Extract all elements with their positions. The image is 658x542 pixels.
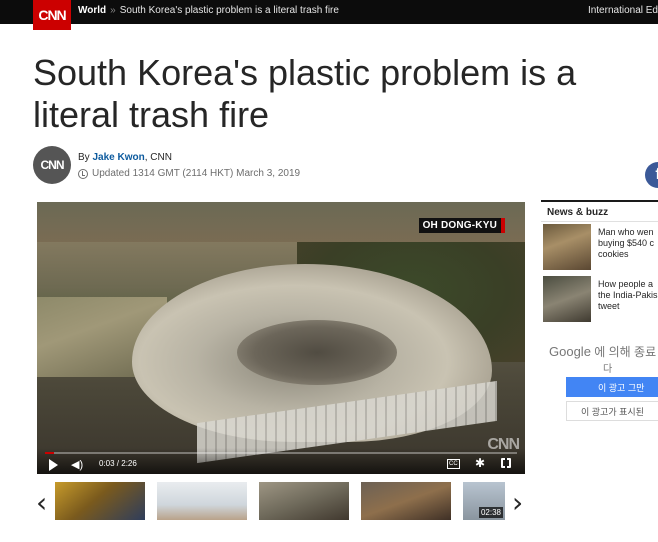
thumbnail-duration: 02:38 [478,507,503,518]
google-logo: Google [549,344,591,359]
video-progress-bar[interactable] [45,452,517,454]
author-link[interactable]: Jake Kwon [92,152,144,163]
volume-icon[interactable]: ◀) [71,459,83,471]
video-credit-tag: OH DONG-KYU [418,218,506,233]
video-frame-crater [237,320,397,385]
video-player[interactable]: OH DONG-KYU CNN ◀) 0:03 / 2:26 CC ✱ [37,202,525,474]
sidebar-news-item[interactable]: Man who wen buying $540 c cookies [541,224,658,272]
carousel-thumbnail[interactable] [361,482,451,520]
edition-selector[interactable]: International Ed [588,5,658,16]
video-time: 0:03 / 2:26 [99,459,137,468]
breadcrumb-title[interactable]: South Korea's plastic problem is a liter… [120,5,339,16]
closed-captions-button[interactable]: CC [447,459,460,469]
carousel-next-icon[interactable]: › [512,488,528,518]
news-headline[interactable]: How people a the India-Pakis tweet [598,279,658,312]
carousel-thumbnail[interactable] [55,482,145,520]
ad-notice-text-continued: 다 [603,364,613,375]
byline-prefix: By [78,152,90,163]
cnn-logo[interactable]: CNN [33,0,71,30]
video-carousel: 02:38 [55,482,505,520]
updated-timestamp: Updated 1314 GMT (2114 HKT) March 3, 201… [78,168,300,179]
video-controls: ◀) 0:03 / 2:26 CC ✱ [37,448,525,474]
carousel-thumbnail[interactable] [259,482,349,520]
top-nav-bar: CNN World » South Korea's plastic problem … [0,0,658,30]
carousel-thumbnail[interactable] [157,482,247,520]
breadcrumb: World » South Korea's plastic problem is a… [78,5,339,16]
sidebar-heading: News & buzz [541,200,658,222]
sidebar: News & buzz Man who wen buying $540 c co… [541,200,658,530]
page-title: South Korea's plastic problem is a liter… [33,52,577,135]
byline-outlet: , CNN [144,152,172,163]
clock-icon [78,168,88,179]
breadcrumb-separator: » [110,5,116,16]
carousel-thumbnail[interactable]: 02:38 [463,482,505,520]
news-thumbnail[interactable] [543,276,591,322]
news-thumbnail[interactable] [543,224,591,270]
carousel-prev-icon[interactable]: ‹ [36,488,52,518]
video-progress-fill [45,452,55,454]
fullscreen-icon[interactable] [501,458,511,468]
breadcrumb-section[interactable]: World [78,5,106,16]
stop-seeing-ad-button[interactable]: 이 광고 그만 [566,377,658,397]
ad-notice: Google 에 의해 종료 [549,343,656,360]
ad-notice-text: 에 의해 종료 [594,345,657,359]
sidebar-news-item[interactable]: How people a the India-Pakis tweet [541,276,658,324]
settings-gear-icon[interactable]: ✱ [475,457,485,469]
news-headline[interactable]: Man who wen buying $540 c cookies [598,227,658,260]
facebook-share-button[interactable]: f [645,162,658,188]
why-this-ad-button[interactable]: 이 광고가 표시된 [566,401,658,421]
updated-text: Updated 1314 GMT (2114 HKT) March 3, 201… [92,168,301,179]
author-avatar[interactable]: CNN [33,146,71,184]
play-icon[interactable] [49,459,58,471]
byline: By Jake Kwon, CNN [78,152,172,163]
